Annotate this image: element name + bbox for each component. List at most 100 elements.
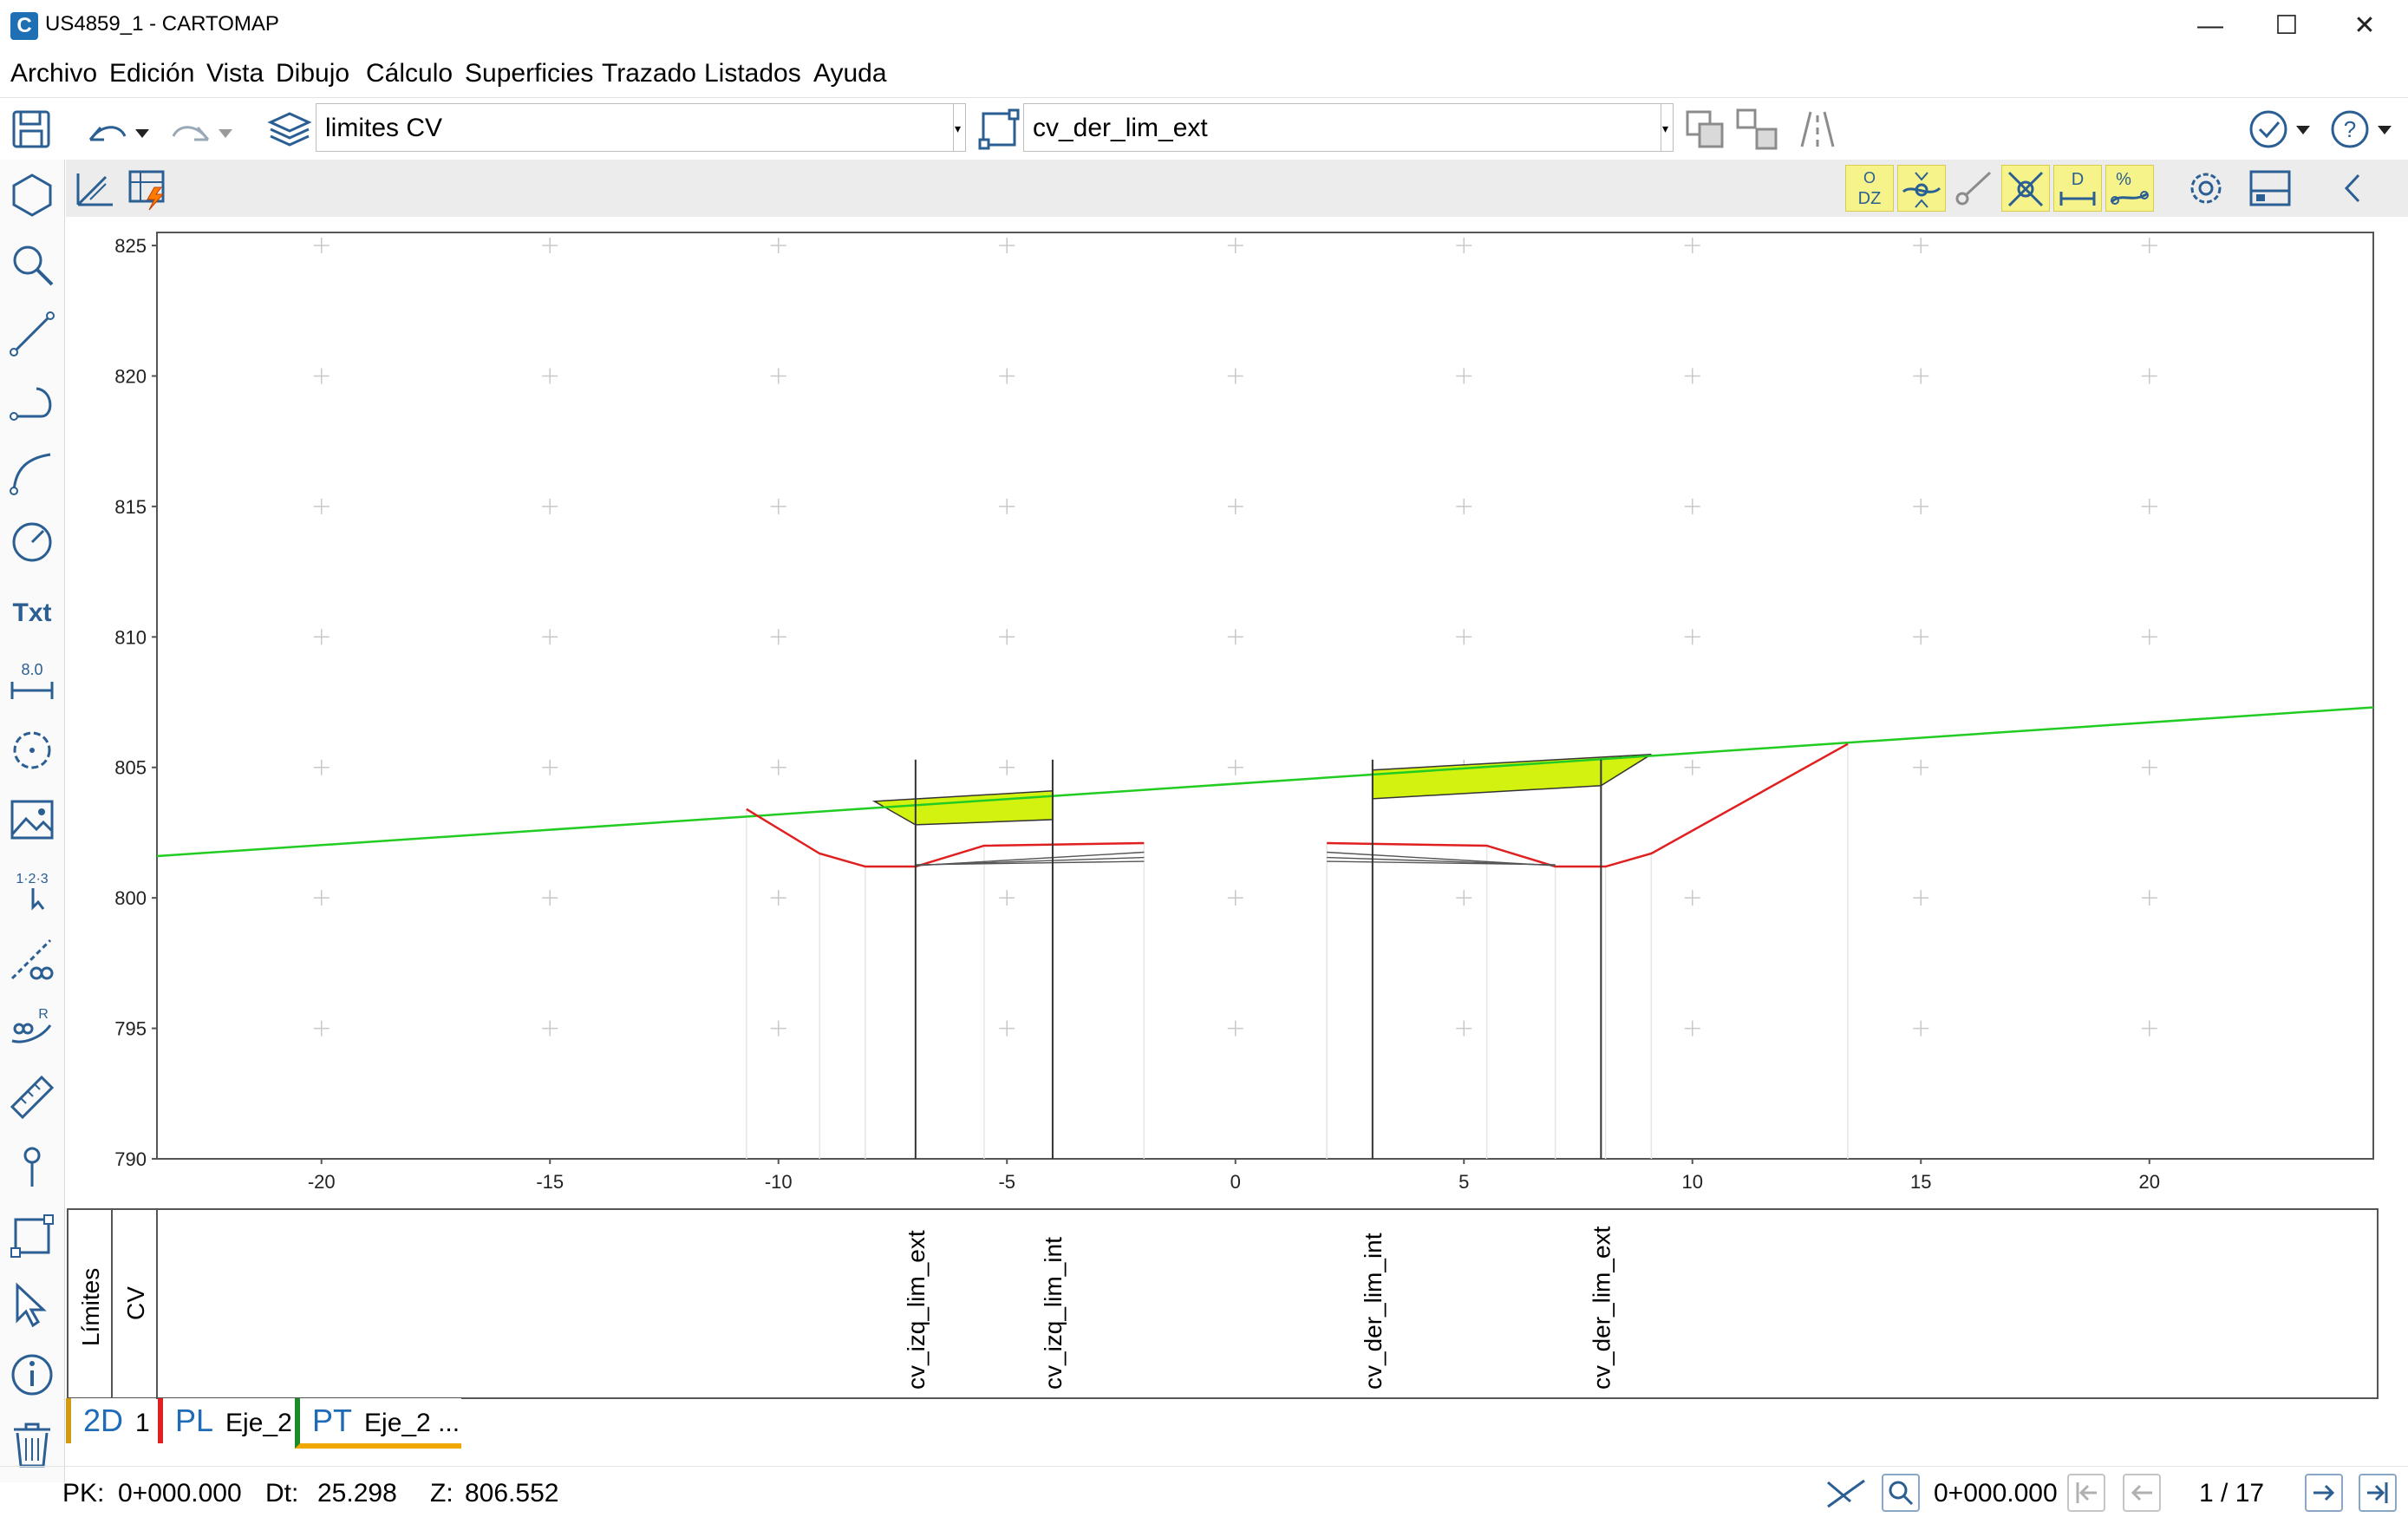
menu-edicion[interactable]: Edición xyxy=(109,59,194,88)
station-value[interactable]: 0+000.000 xyxy=(1934,1479,2058,1508)
snap-distance-button[interactable]: D xyxy=(2053,165,2102,212)
pick-station-icon[interactable] xyxy=(1824,1475,1868,1514)
snap-node-button[interactable] xyxy=(1897,165,1946,212)
delete-icon[interactable] xyxy=(7,1419,57,1469)
snap-dz-icon: O DZ xyxy=(1858,169,1882,208)
undo-icon[interactable] xyxy=(82,110,156,155)
snap-intersection-button[interactable] xyxy=(2001,165,2050,212)
redo-icon[interactable] xyxy=(168,110,243,155)
select-icon[interactable] xyxy=(7,1280,57,1331)
save-icon[interactable] xyxy=(9,107,54,152)
snap-distance-icon: D xyxy=(2059,170,2096,206)
svg-text:Txt: Txt xyxy=(13,598,52,627)
arc-icon[interactable] xyxy=(7,448,57,498)
last-icon xyxy=(2367,1482,2388,1503)
point-icon[interactable] xyxy=(7,1141,57,1192)
y-tick-label: 790 xyxy=(114,1148,147,1170)
maximize-button[interactable]: ☐ xyxy=(2246,0,2327,52)
menu-vista[interactable]: Vista xyxy=(206,59,264,88)
last-section-button[interactable] xyxy=(2359,1474,2397,1512)
cloud-icon[interactable] xyxy=(7,725,57,775)
x-tick-label: -5 xyxy=(998,1171,1015,1193)
y-tick-label: 825 xyxy=(114,235,147,257)
zoom-station-button[interactable] xyxy=(1882,1474,1920,1512)
menu-ayuda[interactable]: Ayuda xyxy=(813,59,887,88)
section-edit-icon[interactable] xyxy=(71,165,120,212)
text-icon[interactable]: Txt xyxy=(7,586,57,637)
menu-trazado[interactable]: Trazado xyxy=(602,59,696,88)
prev-section-button[interactable] xyxy=(2123,1474,2161,1512)
radius-icon[interactable]: R xyxy=(7,1003,57,1053)
check-icon[interactable] xyxy=(2248,107,2317,152)
layer-combo-arrow[interactable]: ▾ xyxy=(950,103,966,152)
section-calc-icon[interactable] xyxy=(123,165,172,212)
menu-dibujo[interactable]: Dibujo xyxy=(276,59,349,88)
view-tabs: 2D 1 PL Eje_2 PT Eje_2 ... xyxy=(66,1398,2408,1452)
y-tick-label: 810 xyxy=(114,626,147,648)
rectangle-icon[interactable] xyxy=(7,1211,57,1261)
line-icon[interactable] xyxy=(7,309,57,359)
y-tick-label: 820 xyxy=(114,365,147,387)
tab-2d-key: 2D xyxy=(83,1403,124,1438)
object-combo-arrow[interactable]: ▾ xyxy=(1658,103,1674,152)
snap-endpoint-button[interactable] xyxy=(1949,165,1998,212)
layer-combo[interactable]: limites CV xyxy=(316,103,954,152)
zoom-icon[interactable] xyxy=(7,239,57,290)
menu-archivo[interactable]: Archivo xyxy=(10,59,97,88)
menu-listados[interactable]: Listados xyxy=(704,59,801,88)
title-bar: C US4859_1 - CARTOMAP — ☐ ✕ xyxy=(0,0,2408,52)
image-icon[interactable] xyxy=(7,795,57,845)
x-tick-label: -20 xyxy=(308,1171,336,1193)
svg-text:DZ: DZ xyxy=(1858,189,1882,208)
first-section-button[interactable] xyxy=(2067,1474,2105,1512)
prev-icon xyxy=(2131,1484,2152,1501)
layers-icon[interactable] xyxy=(267,107,312,152)
object-combo[interactable]: cv_der_lim_ext xyxy=(1023,103,1661,152)
tab-pt-key: PT xyxy=(312,1403,353,1438)
cross-section-plot[interactable]: 790 795 800 805 810 815 820 825 -20 -15 -10 -5 0 5 10… xyxy=(66,217,2408,1206)
polygon-icon[interactable] xyxy=(7,170,57,220)
snap-percent-button[interactable]: % xyxy=(2105,165,2154,212)
measure-icon[interactable] xyxy=(7,1072,57,1122)
snap-percent-icon: % xyxy=(2110,170,2149,205)
circle-icon[interactable] xyxy=(7,517,57,567)
pk-label: PK: xyxy=(62,1479,105,1508)
menu-calculo[interactable]: Cálculo xyxy=(366,59,453,88)
plot-frame xyxy=(156,232,2374,1160)
limit-label: cv_der_lim_int xyxy=(1360,1233,1387,1390)
copy-icon[interactable] xyxy=(1682,107,1727,152)
snap-dz-button[interactable]: O DZ xyxy=(1845,165,1894,212)
close-button[interactable]: ✕ xyxy=(2324,0,2405,52)
numbering-icon[interactable]: 1·2·3 xyxy=(7,864,57,914)
snap-node-icon xyxy=(1902,172,1941,208)
road-icon[interactable] xyxy=(1795,107,1840,152)
x-tick-label: 20 xyxy=(2139,1171,2160,1193)
tab-pl[interactable]: PL Eje_2 xyxy=(158,1398,295,1443)
panel-icon[interactable] xyxy=(2246,165,2294,212)
next-section-button[interactable] xyxy=(2305,1474,2343,1512)
x-tick-label: 5 xyxy=(1459,1171,1469,1193)
z-value: 806.552 xyxy=(465,1479,559,1508)
x-tick-label: 10 xyxy=(1682,1171,1703,1193)
tab-2d[interactable]: 2D 1 xyxy=(66,1398,156,1443)
pk-value: 0+000.000 xyxy=(118,1479,242,1508)
view-toolbar: O DZ D % xyxy=(66,160,2408,218)
menu-superficies[interactable]: Superficies xyxy=(465,59,593,88)
dimension-icon[interactable]: 8.0 xyxy=(7,656,57,706)
curve-icon[interactable] xyxy=(7,378,57,428)
snap-intersection-icon xyxy=(2007,171,2044,207)
first-icon xyxy=(2076,1482,2097,1503)
parallel-icon[interactable] xyxy=(7,933,57,984)
settings-icon[interactable] xyxy=(2182,165,2230,212)
minimize-button[interactable]: — xyxy=(2170,0,2251,52)
move-icon[interactable] xyxy=(1734,107,1779,152)
left-toolbar: Txt 8.0 1·2·3 R xyxy=(0,160,65,1482)
z-label: Z: xyxy=(430,1479,454,1508)
info-icon[interactable] xyxy=(7,1350,57,1400)
tab-pt[interactable]: PT Eje_2 ... xyxy=(295,1398,461,1449)
svg-text:R: R xyxy=(38,1007,49,1022)
collapse-icon[interactable] xyxy=(2329,165,2378,212)
polyline-icon[interactable] xyxy=(976,107,1021,152)
help-icon[interactable]: ? xyxy=(2329,107,2398,152)
x-tick-label: -10 xyxy=(765,1171,793,1193)
